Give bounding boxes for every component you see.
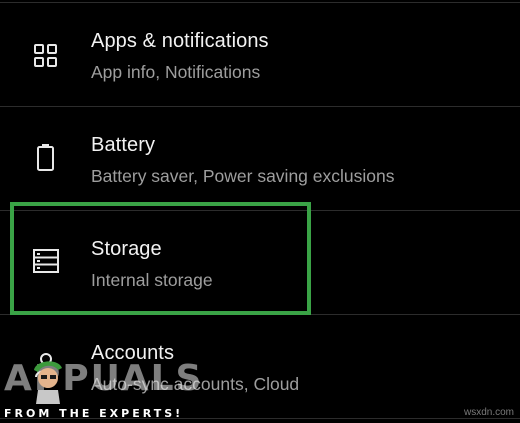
settings-item-subtitle: Battery saver, Power saving exclusions <box>91 166 395 186</box>
battery-icon <box>37 144 54 171</box>
settings-item-subtitle: App info, Notifications <box>91 62 261 82</box>
settings-item-battery[interactable]: Battery Battery saver, Power saving excl… <box>0 107 520 210</box>
watermark-tagline: FROM THE EXPERTS! <box>4 407 184 420</box>
mascot-icon <box>34 361 62 404</box>
settings-item-title: Apps & notifications <box>91 30 269 52</box>
apps-grid-icon <box>34 44 57 67</box>
settings-screen: Apps & notifications App info, Notificat… <box>0 0 520 423</box>
site-watermark: wsxdn.com <box>463 407 514 418</box>
storage-highlight-box <box>10 202 311 315</box>
settings-item-apps-notifications[interactable]: Apps & notifications App info, Notificat… <box>0 3 520 106</box>
settings-item-title: Battery <box>91 134 156 156</box>
